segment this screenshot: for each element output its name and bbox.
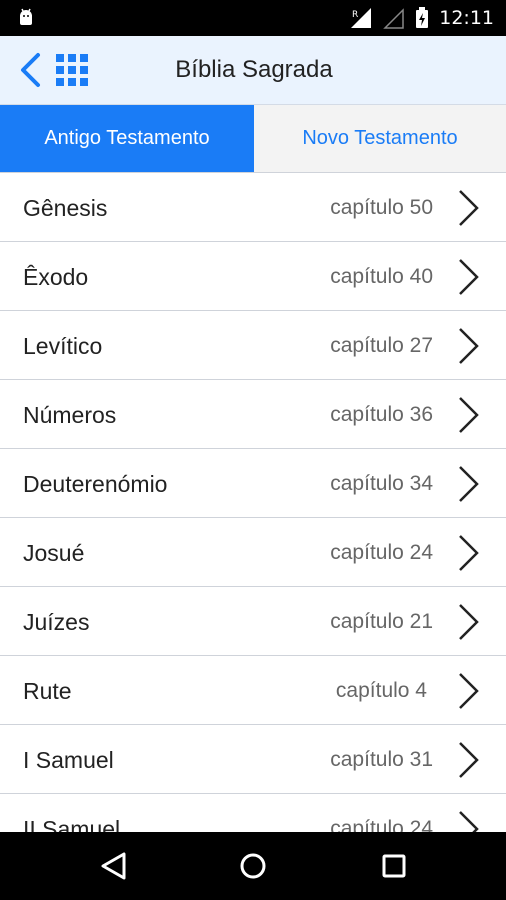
book-name: Levítico bbox=[23, 333, 103, 359]
list-item[interactable]: Números capítulo 36 bbox=[0, 380, 506, 449]
home-circle-icon[interactable] bbox=[233, 846, 273, 886]
back-triangle-icon[interactable] bbox=[94, 846, 134, 886]
status-time: 12:11 bbox=[439, 7, 494, 29]
back-arrow-icon[interactable] bbox=[18, 52, 44, 88]
chevron-right-icon bbox=[459, 397, 479, 433]
signal-icon: R bbox=[351, 8, 372, 28]
chevron-right-icon bbox=[459, 259, 479, 295]
book-name: Gênesis bbox=[23, 195, 108, 221]
chapter-count: capítulo 36 bbox=[330, 403, 433, 426]
tab-novo-testamento[interactable]: Novo Testamento bbox=[254, 105, 506, 172]
testament-tabs: Antigo Testamento Novo Testamento bbox=[0, 105, 506, 172]
chevron-right-icon bbox=[459, 604, 479, 640]
list-item[interactable]: Rute capítulo 4 bbox=[0, 656, 506, 725]
chapter-count: capítulo 40 bbox=[330, 265, 433, 288]
svg-text:R: R bbox=[352, 10, 358, 20]
chapter-count: capítulo 50 bbox=[330, 196, 433, 219]
list-item[interactable]: I Samuel capítulo 31 bbox=[0, 725, 506, 794]
book-name: Juízes bbox=[23, 609, 90, 635]
wifi-off-icon bbox=[383, 8, 404, 29]
chevron-right-icon bbox=[459, 673, 479, 709]
book-list: Gênesis capítulo 50 Êxodo capítulo 40 Le… bbox=[0, 172, 506, 833]
grid-menu-icon[interactable] bbox=[55, 53, 89, 87]
book-name: Êxodo bbox=[23, 264, 89, 290]
chapter-count: capítulo 27 bbox=[330, 334, 433, 357]
chapter-count: capítulo 21 bbox=[330, 610, 433, 633]
list-item[interactable]: Deuterenómio capítulo 34 bbox=[0, 449, 506, 518]
book-name: I Samuel bbox=[23, 747, 114, 773]
chevron-right-icon bbox=[459, 742, 479, 778]
battery-charging-icon bbox=[416, 7, 429, 28]
book-name: II Samuel bbox=[23, 816, 121, 833]
chapter-count: capítulo 4 bbox=[335, 679, 427, 702]
chapter-count: capítulo 34 bbox=[330, 472, 433, 495]
system-nav-bar bbox=[0, 832, 506, 900]
status-bar: R 12:11 bbox=[0, 0, 506, 36]
book-name: Rute bbox=[23, 678, 72, 704]
chevron-right-icon bbox=[459, 328, 479, 364]
book-name: Números bbox=[23, 402, 117, 428]
list-item[interactable]: Josué capítulo 24 bbox=[0, 518, 506, 587]
list-item[interactable]: Juízes capítulo 21 bbox=[0, 587, 506, 656]
app-bar: Bíblia Sagrada bbox=[0, 36, 506, 105]
list-item[interactable]: II Samuel capítulo 24 bbox=[0, 794, 506, 833]
list-item[interactable]: Levítico capítulo 27 bbox=[0, 311, 506, 380]
list-item[interactable]: Gênesis capítulo 50 bbox=[0, 173, 506, 242]
android-icon bbox=[20, 8, 32, 25]
chevron-right-icon bbox=[459, 190, 479, 226]
list-item[interactable]: Êxodo capítulo 40 bbox=[0, 242, 506, 311]
chevron-right-icon bbox=[459, 811, 479, 833]
chapter-count: capítulo 24 bbox=[330, 817, 433, 833]
book-name: Josué bbox=[23, 540, 85, 566]
chevron-right-icon bbox=[459, 466, 479, 502]
chapter-count: capítulo 24 bbox=[330, 541, 433, 564]
tab-antigo-testamento[interactable]: Antigo Testamento bbox=[0, 105, 254, 172]
book-name: Deuterenómio bbox=[23, 471, 168, 497]
chevron-right-icon bbox=[459, 535, 479, 571]
chapter-count: capítulo 31 bbox=[330, 748, 433, 771]
recents-square-icon[interactable] bbox=[374, 846, 414, 886]
